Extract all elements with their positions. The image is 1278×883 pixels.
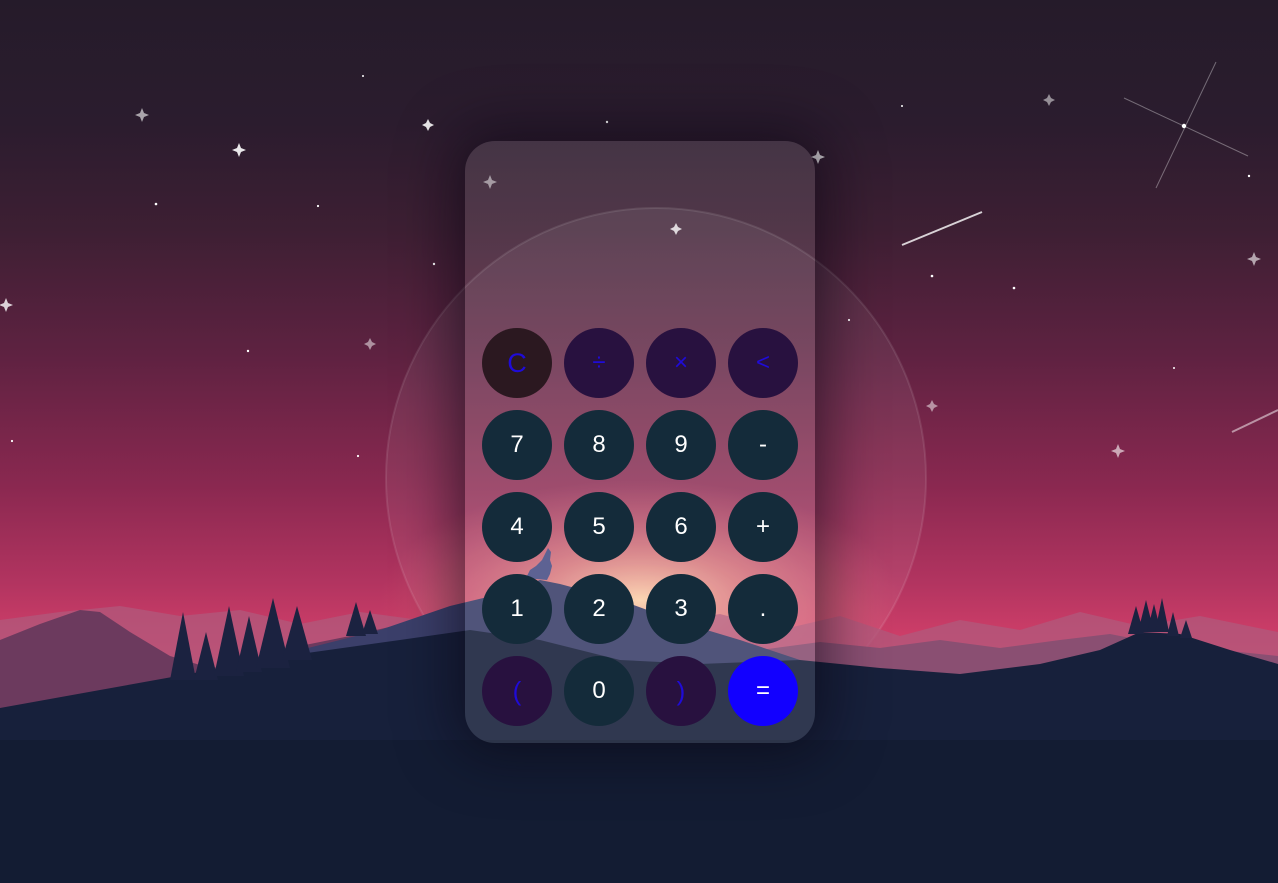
multiply-button[interactable]: × <box>646 328 716 398</box>
plus-button[interactable]: + <box>728 492 798 562</box>
shooting-star <box>1231 409 1278 433</box>
digit-1-button[interactable]: 1 <box>482 574 552 644</box>
ground <box>0 740 1278 883</box>
digit-0-button[interactable]: 0 <box>564 656 634 726</box>
digit-9-button[interactable]: 9 <box>646 410 716 480</box>
digit-7-button[interactable]: 7 <box>482 410 552 480</box>
calculator-display <box>487 171 793 291</box>
digit-3-button[interactable]: 3 <box>646 574 716 644</box>
close-parenthesis-button[interactable]: ) <box>646 656 716 726</box>
open-parenthesis-button[interactable]: ( <box>482 656 552 726</box>
shooting-star <box>901 211 983 246</box>
clear-button[interactable]: C <box>482 328 552 398</box>
calculator-keypad: C ÷ × < 7 8 9 - 4 5 6 + 1 2 3 . ( 0 ) = <box>482 328 798 726</box>
digit-8-button[interactable]: 8 <box>564 410 634 480</box>
divide-button[interactable]: ÷ <box>564 328 634 398</box>
pine-trees-right <box>1128 598 1192 638</box>
backspace-button[interactable]: < <box>728 328 798 398</box>
digit-4-button[interactable]: 4 <box>482 492 552 562</box>
star-flare <box>1123 61 1249 189</box>
equals-button[interactable]: = <box>728 656 798 726</box>
digit-2-button[interactable]: 2 <box>564 574 634 644</box>
digit-5-button[interactable]: 5 <box>564 492 634 562</box>
minus-button[interactable]: - <box>728 410 798 480</box>
calculator-panel: C ÷ × < 7 8 9 - 4 5 6 + 1 2 3 . ( 0 ) = <box>465 141 815 743</box>
digit-6-button[interactable]: 6 <box>646 492 716 562</box>
decimal-point-button[interactable]: . <box>728 574 798 644</box>
